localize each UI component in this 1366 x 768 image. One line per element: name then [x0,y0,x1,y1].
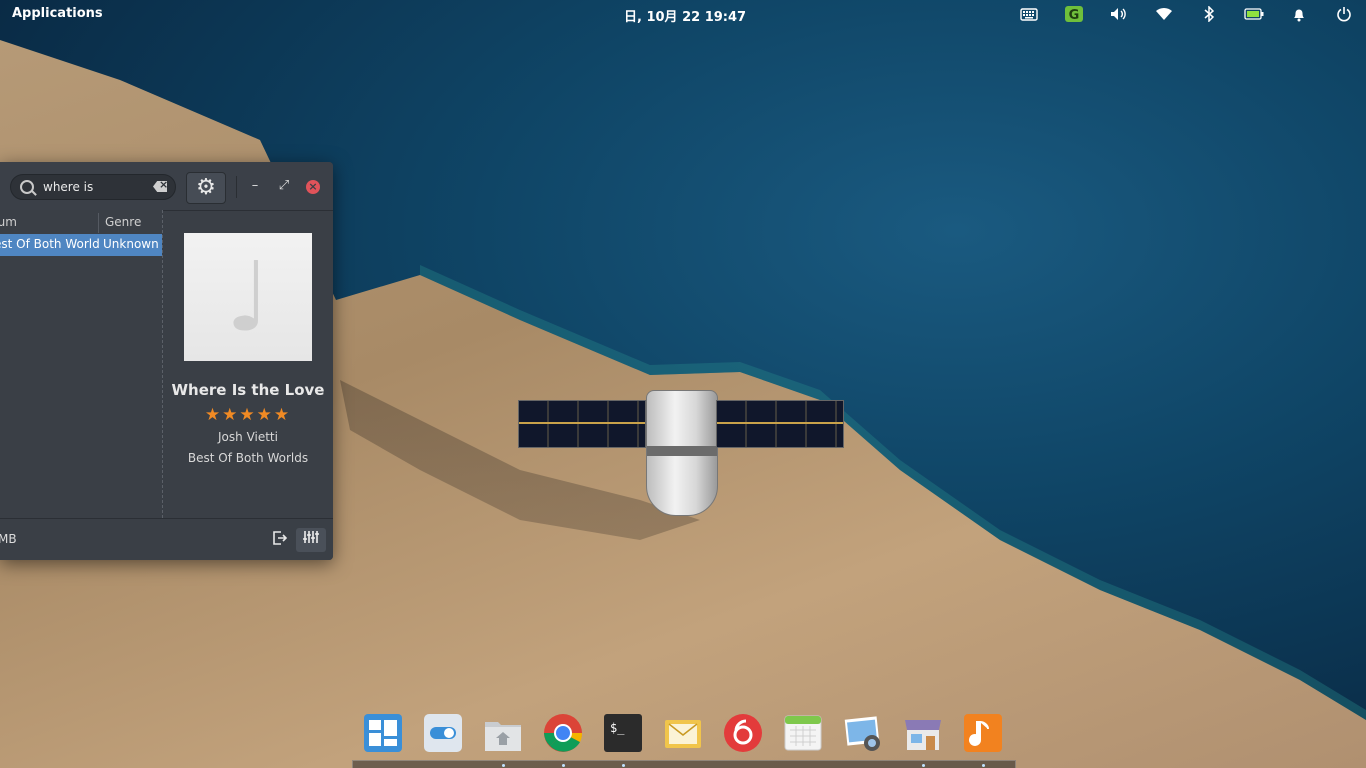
maximize-button[interactable]: ⤢ [274,176,294,196]
dock-terminal[interactable]: $_ [602,712,644,754]
artist-name: Josh Vietti [218,430,278,444]
headerbar-separator [236,176,237,198]
album-name: Best Of Both Worlds [187,451,309,465]
clear-search-icon[interactable] [153,181,167,192]
cell-album: est Of Both World [0,237,100,251]
running-indicator [562,764,565,767]
power-icon[interactable] [1321,0,1366,28]
album-art: ♩ [184,233,312,361]
bluetooth-icon[interactable] [1186,0,1231,28]
library-size-text: MB [0,532,17,546]
window-headerbar: where is ⚙ – ⤢ × [0,162,333,211]
equalizer-button[interactable] [296,528,326,552]
dock-music[interactable] [962,712,1004,754]
dock-background [352,760,1016,768]
export-icon[interactable] [270,530,290,550]
svg-text:$_: $_ [610,721,625,735]
dock-mail[interactable] [662,712,704,754]
search-input-value: where is [43,180,94,194]
indicator-area: G [1006,0,1366,28]
close-button[interactable]: × [306,180,320,194]
column-header-genre[interactable]: Genre [105,215,141,229]
rating-stars[interactable]: ★★★★★ [163,405,333,425]
status-bar: MB [0,518,333,560]
battery-icon[interactable] [1231,0,1276,28]
dock-files[interactable] [482,712,524,754]
dock-netease-music[interactable] [722,712,764,754]
top-panel: Applications 日, 10月 22 19:47 G [0,0,1366,28]
cell-genre: Unknown [103,237,159,251]
search-icon [20,180,34,194]
minimize-button[interactable]: – [245,176,265,196]
dock-chrome[interactable] [542,712,584,754]
song-title: Where Is the Love [171,381,325,399]
running-indicator [922,764,925,767]
solar-panel-left [518,400,646,448]
equalizer-icon [303,531,319,543]
track-list: bum Genre est Of Both World Unknown [0,210,163,518]
dock-multitasking-view[interactable] [362,712,404,754]
notifications-bell-icon[interactable] [1276,0,1321,28]
dock-appcenter[interactable] [902,712,944,754]
now-playing-info: ♩ Where Is the Love ★★★★★ Josh Vietti Be… [163,210,333,518]
dock-system-settings[interactable] [422,712,464,754]
list-column-header: bum Genre [0,210,162,234]
dock: $_ [352,704,1016,768]
preferences-button[interactable]: ⚙ [186,172,226,204]
dock-photos[interactable] [842,712,884,754]
solar-panel-right [716,400,844,448]
table-row[interactable]: est Of Both World Unknown [0,234,162,256]
svg-text:G: G [1068,8,1079,23]
running-indicator [502,764,505,767]
music-window: where is ⚙ – ⤢ × bum Genre est Of Both W… [0,162,333,560]
clock[interactable]: 日, 10月 22 19:47 [624,6,746,25]
running-indicator [982,764,985,767]
wallpaper-satellite [518,390,844,518]
satellite-capsule [646,390,718,516]
search-input[interactable]: where is [10,174,176,200]
column-divider[interactable] [98,213,99,233]
dock-calendar[interactable] [782,712,824,754]
wifi-icon[interactable] [1141,0,1186,28]
volume-icon[interactable] [1096,0,1141,28]
keyboard-icon[interactable] [1006,0,1051,28]
app-indicator-g-icon[interactable]: G [1051,0,1096,28]
gear-icon: ⚙ [196,175,216,200]
music-note-icon: ♩ [225,241,271,353]
column-header-album[interactable]: bum [0,215,17,229]
running-indicator [622,764,625,767]
applications-menu[interactable]: Applications [12,6,103,21]
